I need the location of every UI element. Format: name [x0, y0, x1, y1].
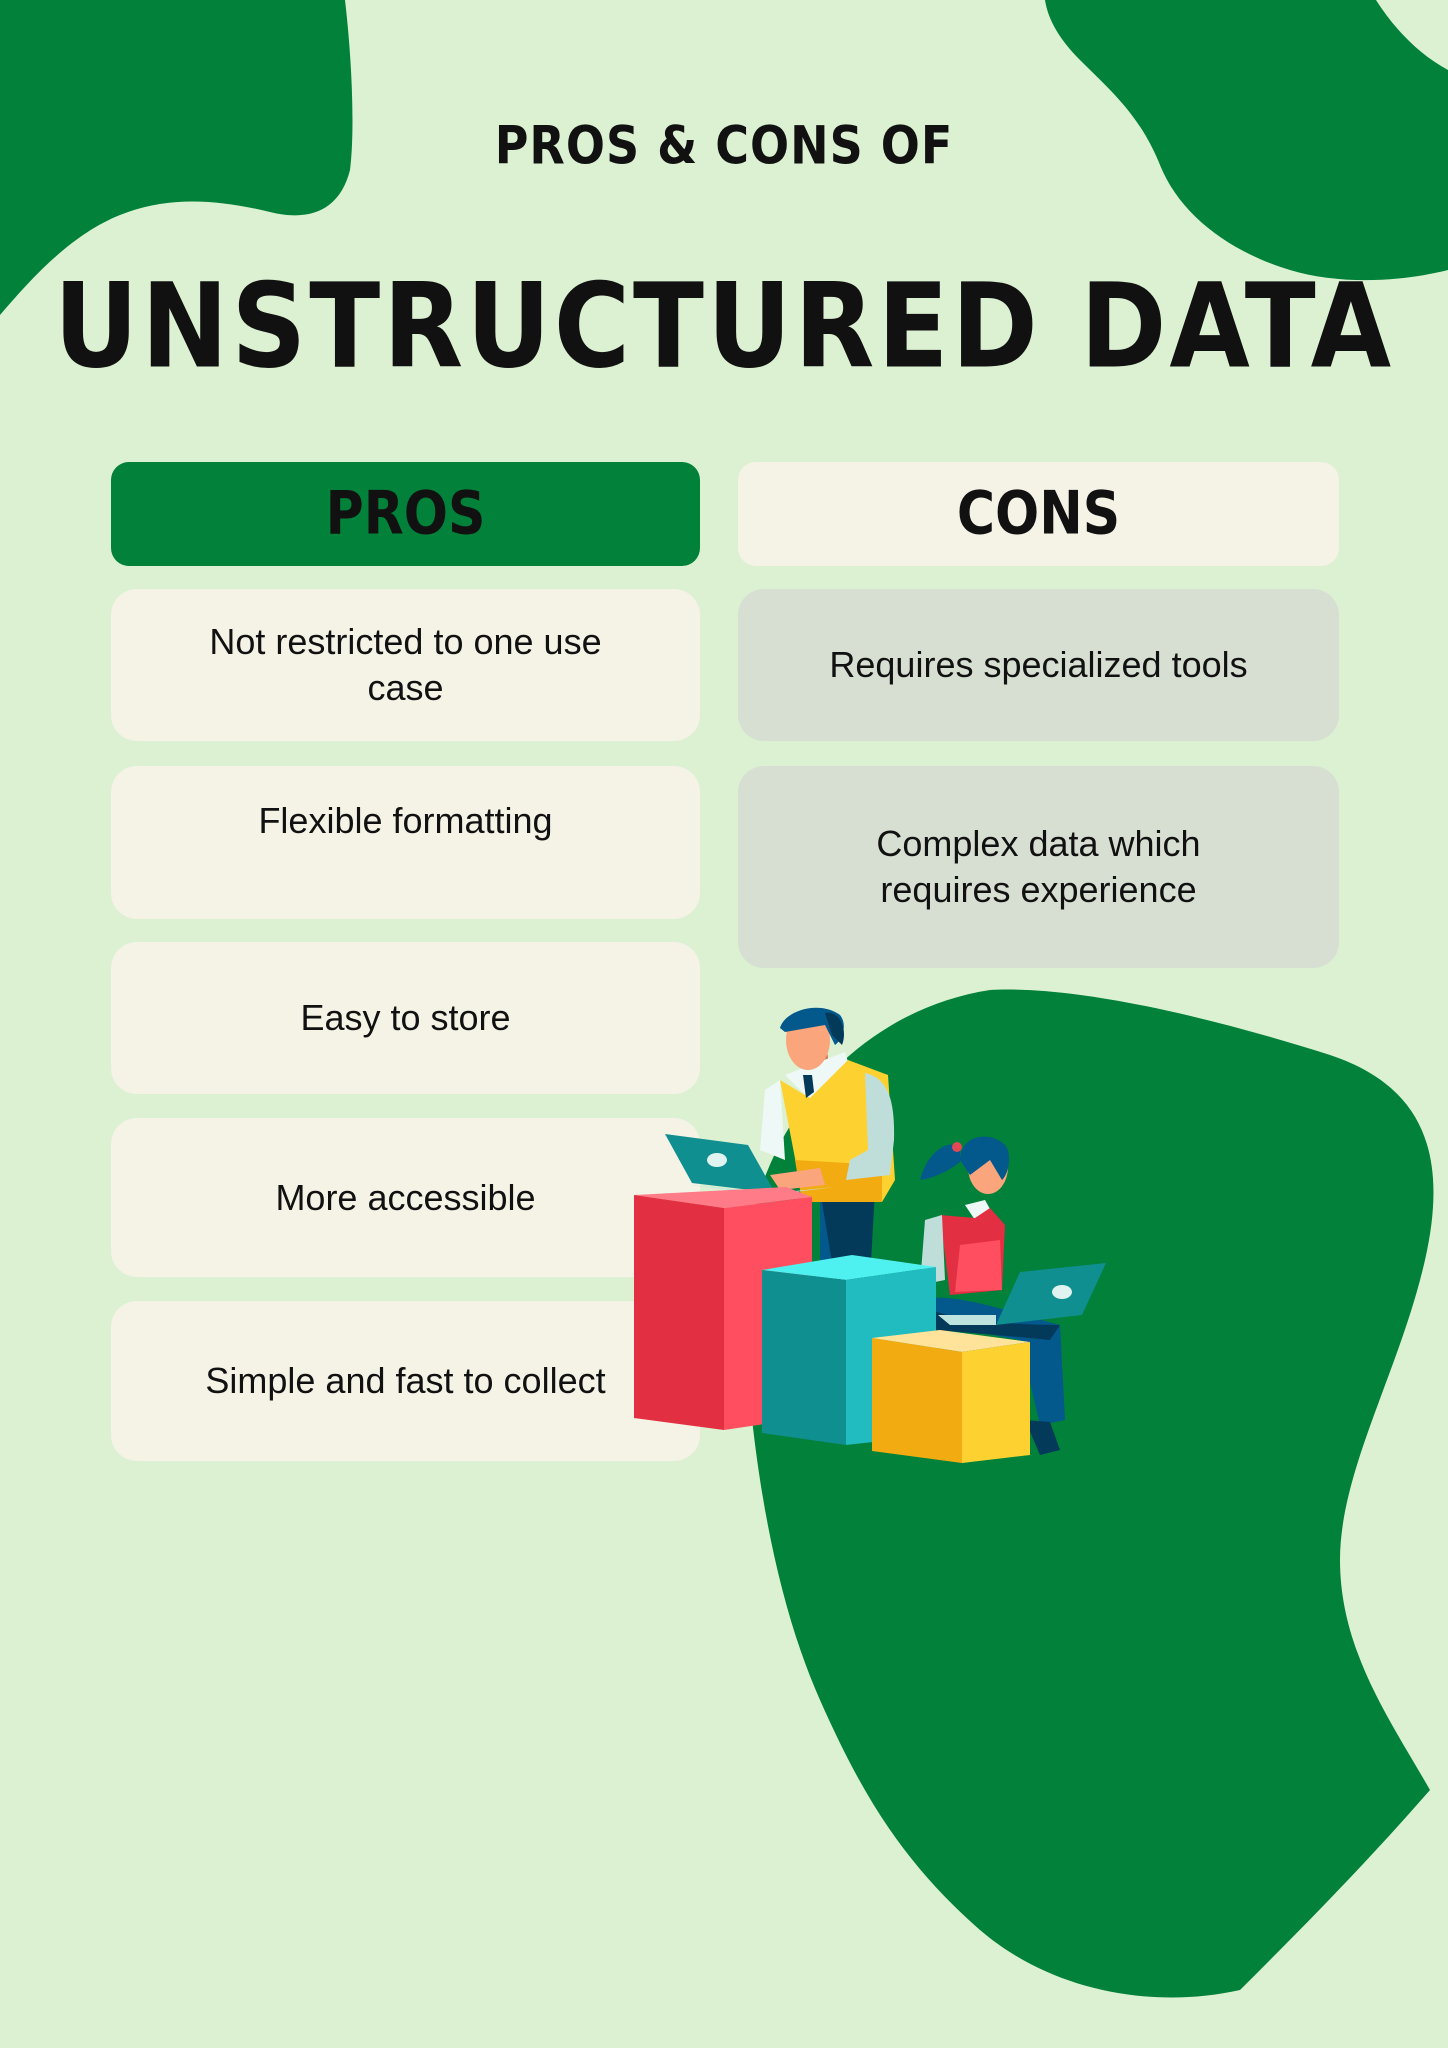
pro-item: Not restricted to one use case [111, 589, 700, 741]
con-item: Complex data which requires experience [738, 766, 1339, 968]
woman-shoes [1025, 1420, 1060, 1455]
people-with-laptops-illustration [634, 1007, 1106, 1463]
yellow-box-side [962, 1342, 1030, 1463]
subtitle: PROS & CONS OF [494, 113, 954, 177]
red-box-front [634, 1195, 724, 1430]
page-title: UNSTRUCTURED DATA [53, 257, 1395, 395]
cons-heading: CONS [956, 479, 1121, 549]
woman-hair-tie [952, 1142, 962, 1152]
pro-item: Simple and fast to collect [111, 1301, 700, 1461]
teal-box-front [762, 1270, 846, 1445]
pro-item: Flexible formatting [111, 766, 700, 919]
cons-header: CONS [738, 462, 1339, 566]
man-arm-left [760, 1080, 785, 1160]
laptop-logo-icon [1052, 1285, 1072, 1299]
woman-vest-light [955, 1240, 1002, 1292]
con-item: Requires specialized tools [738, 589, 1339, 741]
pros-heading: PROS [325, 479, 486, 549]
pro-item: Easy to store [111, 942, 700, 1094]
yellow-box-front [872, 1338, 962, 1463]
laptop-logo-icon [707, 1153, 727, 1167]
pros-header: PROS [111, 462, 700, 566]
pro-item: More accessible [111, 1118, 700, 1277]
woman-laptop-screen-icon [996, 1263, 1106, 1325]
